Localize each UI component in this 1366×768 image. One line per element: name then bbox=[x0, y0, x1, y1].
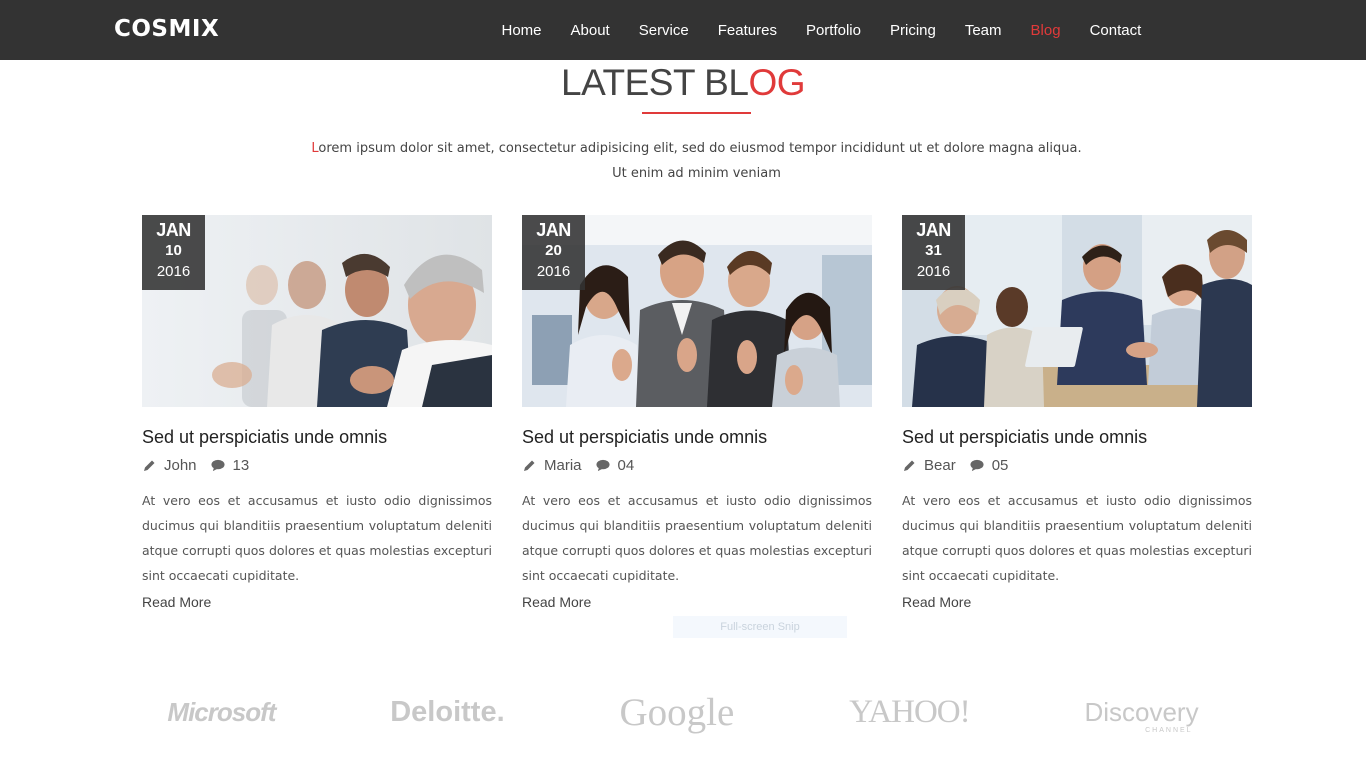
blog-card-meta: Bear 05 bbox=[902, 455, 1252, 475]
microsoft-logo[interactable]: Microsoft bbox=[167, 697, 276, 728]
discovery-logo[interactable]: Discovery CHANNEL bbox=[1084, 696, 1199, 734]
yahoo-logo[interactable]: YAHOO! bbox=[849, 694, 970, 731]
blog-card-author[interactable]: Bear bbox=[924, 457, 956, 474]
date-year: 2016 bbox=[536, 263, 571, 280]
blog-card-title[interactable]: Sed ut perspiciatis unde omnis bbox=[902, 426, 1252, 448]
nav-item-blog[interactable]: Blog bbox=[1031, 22, 1061, 39]
pencil-icon bbox=[142, 458, 156, 472]
nav-item-team[interactable]: Team bbox=[965, 22, 1002, 39]
date-badge: JAN 31 2016 bbox=[902, 215, 965, 290]
client-logos: Microsoft Deloitte. Google YAHOO! Discov… bbox=[110, 682, 1256, 742]
read-more-link[interactable]: Read More bbox=[902, 594, 971, 610]
section-intro: Lorem ipsum dolor sit amet, consectetur … bbox=[300, 136, 1093, 186]
date-month: JAN bbox=[916, 220, 951, 240]
intro-line-2: Ut enim ad minim veniam bbox=[612, 166, 781, 181]
date-day: 20 bbox=[545, 242, 562, 259]
brand-logo[interactable]: COSMIX bbox=[114, 16, 219, 42]
blog-card-author[interactable]: John bbox=[164, 457, 197, 474]
nav-item-about[interactable]: About bbox=[571, 22, 610, 39]
comment-icon bbox=[210, 458, 225, 472]
blog-card-excerpt: At vero eos et accusamus et iusto odio d… bbox=[142, 493, 492, 583]
title-underline bbox=[642, 112, 751, 114]
discovery-logo-sub: CHANNEL bbox=[1145, 726, 1193, 734]
date-month: JAN bbox=[536, 220, 571, 240]
nav-item-contact[interactable]: Contact bbox=[1090, 22, 1142, 39]
blog-card-meta: Maria 04 bbox=[522, 455, 872, 475]
blog-card-image[interactable]: JAN 10 2016 bbox=[142, 215, 492, 407]
blog-card-image[interactable]: JAN 31 2016 bbox=[902, 215, 1252, 407]
date-year: 2016 bbox=[156, 263, 191, 280]
nav-item-portfolio[interactable]: Portfolio bbox=[806, 22, 861, 39]
section-title-main: LATEST BL bbox=[561, 62, 749, 103]
navbar: COSMIX Home About Service Features Portf… bbox=[0, 0, 1366, 60]
discovery-logo-text: Discovery bbox=[1084, 696, 1199, 727]
intro-line-1: Lorem ipsum dolor sit amet, consectetur … bbox=[300, 136, 1093, 161]
date-month: JAN bbox=[156, 220, 191, 240]
date-day: 10 bbox=[165, 242, 182, 259]
nav-item-service[interactable]: Service bbox=[639, 22, 689, 39]
nav-item-home[interactable]: Home bbox=[502, 22, 542, 39]
date-year: 2016 bbox=[916, 263, 951, 280]
read-more-link[interactable]: Read More bbox=[522, 594, 591, 610]
date-day: 31 bbox=[925, 242, 942, 259]
intro-line-1-text: orem ipsum dolor sit amet, consectetur a… bbox=[318, 141, 1082, 156]
deloitte-logo[interactable]: Deloitte. bbox=[390, 696, 504, 729]
blog-card-comment-count[interactable]: 13 bbox=[233, 457, 250, 474]
blog-card-excerpt: At vero eos et accusamus et iusto odio d… bbox=[902, 493, 1252, 583]
blog-card-meta: John 13 bbox=[142, 455, 492, 475]
nav-item-features[interactable]: Features bbox=[718, 22, 777, 39]
blog-card: JAN 10 2016 Sed ut perspiciatis unde omn… bbox=[142, 215, 492, 612]
blog-card-title[interactable]: Sed ut perspiciatis unde omnis bbox=[522, 426, 872, 448]
blog-card-image[interactable]: JAN 20 2016 bbox=[522, 215, 872, 407]
blog-card-title[interactable]: Sed ut perspiciatis unde omnis bbox=[142, 426, 492, 448]
section-title-accent: OG bbox=[748, 62, 805, 103]
blog-card: JAN 31 2016 Sed ut perspiciatis unde omn… bbox=[902, 215, 1252, 612]
blog-card-author[interactable]: Maria bbox=[544, 457, 582, 474]
google-logo[interactable]: Google bbox=[619, 690, 734, 735]
main-nav: Home About Service Features Portfolio Pr… bbox=[487, 0, 1156, 60]
blog-card-excerpt: At vero eos et accusamus et iusto odio d… bbox=[522, 493, 872, 583]
pencil-icon bbox=[902, 458, 916, 472]
date-badge: JAN 10 2016 bbox=[142, 215, 205, 290]
nav-item-pricing[interactable]: Pricing bbox=[890, 22, 936, 39]
pencil-icon bbox=[522, 458, 536, 472]
comment-icon bbox=[595, 458, 610, 472]
blog-card-comment-count[interactable]: 04 bbox=[618, 457, 635, 474]
blog-card-comment-count[interactable]: 05 bbox=[992, 457, 1009, 474]
section-title: LATEST BLOG bbox=[0, 62, 1366, 104]
comment-icon bbox=[970, 458, 984, 472]
read-more-link[interactable]: Read More bbox=[142, 594, 211, 610]
blog-card: JAN 20 2016 Sed ut perspiciatis unde omn… bbox=[522, 215, 872, 612]
snip-overlay-label: Full-screen Snip bbox=[673, 616, 847, 638]
date-badge: JAN 20 2016 bbox=[522, 215, 585, 290]
